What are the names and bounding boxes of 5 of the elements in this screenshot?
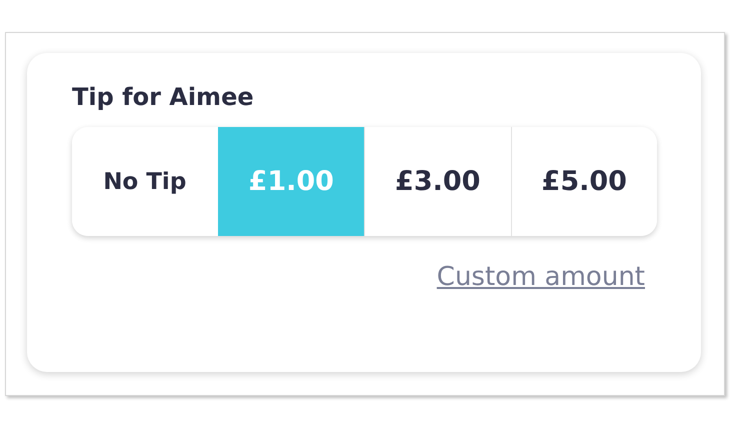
tip-option[interactable]: £5.00 [510, 127, 657, 236]
tip-option[interactable]: No Tip [72, 127, 218, 236]
tip-title: Tip for Aimee [72, 82, 255, 113]
tip-option[interactable]: £3.00 [364, 127, 510, 236]
custom-amount-link[interactable]: Custom amount [436, 262, 645, 292]
